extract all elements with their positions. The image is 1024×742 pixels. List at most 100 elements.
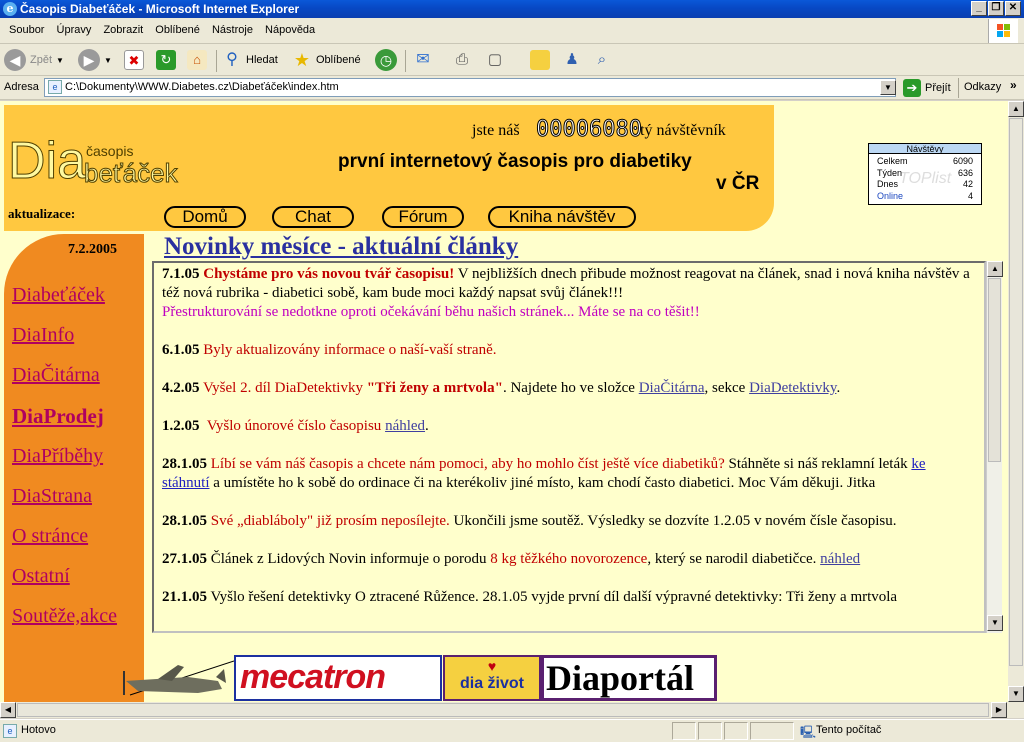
link-diacitarna[interactable]: DiaČitárna xyxy=(639,380,705,396)
minimize-button[interactable]: _ xyxy=(971,1,987,16)
counter-title: Návštěvy xyxy=(869,144,981,154)
go-button[interactable]: ➔ Přejít xyxy=(903,76,951,100)
scroll-thumb[interactable] xyxy=(988,278,1001,462)
menu-favorites[interactable]: Oblíbené xyxy=(155,24,200,36)
link-nahled-2[interactable]: náhled xyxy=(820,551,860,567)
address-input[interactable]: e C:\Dokumenty\WWW.Diabetes.cz\Diabeťáče… xyxy=(44,78,896,97)
menu-tools[interactable]: Nástroje xyxy=(212,24,253,36)
menu-edit[interactable]: Úpravy xyxy=(57,24,92,36)
browser-horizontal-scrollbar[interactable]: ◀ ▶ xyxy=(0,702,1008,718)
address-value: C:\Dokumenty\WWW.Diabetes.cz\Diabeťáček\… xyxy=(65,81,339,93)
sidebar-item-souteze[interactable]: Soutěže,akce xyxy=(12,605,117,628)
mecatron-logo: mecatron xyxy=(240,658,386,696)
print-icon[interactable]: ⎙ xyxy=(452,50,472,70)
history-icon[interactable]: ◷ xyxy=(375,49,397,71)
scroll-thumb[interactable] xyxy=(1009,118,1023,666)
logo-casopis: časopis xyxy=(86,143,134,159)
nav-row: aktualizace: Domů Chat Fórum Kniha návšt… xyxy=(4,203,774,231)
sidebar-item-ostatni[interactable]: Ostatní xyxy=(12,565,70,588)
forward-button[interactable]: ▶ ▼ xyxy=(78,48,112,72)
scroll-down-icon[interactable]: ▼ xyxy=(987,615,1003,631)
news-scrollbar[interactable]: ▲ ▼ xyxy=(986,261,1003,633)
menu-file[interactable]: Soubor xyxy=(9,24,44,36)
news-item: 28.1.05 Líbí se vám náš časopis a chcete… xyxy=(162,456,926,491)
news-item: 6.1.05 Byly aktualizovány informace o na… xyxy=(162,342,497,358)
status-bar: e Hotovo 🖳 Tento počítač xyxy=(0,719,1024,742)
diaportal-banner[interactable]: Diaportál xyxy=(541,655,717,701)
nav-forum-button[interactable]: Fórum xyxy=(382,206,464,228)
maximize-button[interactable]: ❐ xyxy=(988,1,1004,16)
sidebar-item-diainfo[interactable]: DiaInfo xyxy=(12,324,74,347)
go-arrow-icon: ➔ xyxy=(903,79,921,97)
sidebar-item-diastrana[interactable]: DiaStrana xyxy=(12,485,92,508)
back-button[interactable]: ◀ Zpět ▼ xyxy=(4,48,64,72)
link-diadetektivky[interactable]: DiaDetektivky xyxy=(749,380,836,396)
discuss-icon[interactable] xyxy=(530,50,550,70)
visitor-post: tý návštěvník xyxy=(640,122,726,139)
nav-home-button[interactable]: Domů xyxy=(164,206,246,228)
sidebar-item-diapribehy[interactable]: DiaPříběhy xyxy=(12,445,103,468)
nav-guestbook-button[interactable]: Kniha návštěv xyxy=(488,206,636,228)
scroll-thumb[interactable] xyxy=(17,703,989,717)
nav-chat-button[interactable]: Chat xyxy=(272,206,354,228)
news-item: 28.1.05 Své „diablábolу" již prosím nepo… xyxy=(162,513,897,529)
counter-row-today: Dnes 42 xyxy=(877,179,973,189)
research-icon[interactable]: ⌕ xyxy=(592,50,612,70)
page-icon: e xyxy=(48,80,62,94)
tagline-cr: v ČR xyxy=(716,173,760,194)
forward-arrow-icon: ▶ xyxy=(78,49,100,71)
address-label: Adresa xyxy=(4,81,39,93)
site-header: Dia časopis beťáček jste náš 00006080 tý… xyxy=(4,105,774,203)
search-label: Hledat xyxy=(246,54,278,66)
close-button[interactable]: ✕ xyxy=(1005,1,1021,16)
counter-row-week: Týden 636 xyxy=(877,167,973,178)
browser-vertical-scrollbar[interactable]: ▲ ▼ xyxy=(1008,101,1024,702)
favorites-button[interactable]: ★ Oblíbené xyxy=(292,48,361,72)
mail-icon[interactable]: ✉ xyxy=(413,50,433,70)
mecatron-banner[interactable]: mecatron xyxy=(234,655,442,701)
menu-bar: Soubor Úpravy Zobrazit Oblíbené Nástroje… xyxy=(0,18,1024,44)
diazivot-banner[interactable]: ♥ dia život xyxy=(443,655,541,701)
refresh-icon[interactable]: ↻ xyxy=(156,50,176,70)
diazivot-logo: dia život xyxy=(459,675,524,692)
address-dropdown-icon[interactable]: ▼ xyxy=(880,80,896,95)
stop-icon[interactable]: ✖ xyxy=(124,50,144,70)
news-panel[interactable]: 7.1.05 Chystáme pro vás novou tvář časop… xyxy=(152,261,986,633)
search-button[interactable]: ⚲ Hledat xyxy=(222,48,278,72)
chevron-right-icon[interactable]: » xyxy=(1010,78,1017,92)
update-label: aktualizace: xyxy=(8,206,76,221)
news-item: 21.1.05 Vyšlo řešení detektivky O ztrace… xyxy=(162,589,898,605)
toolbar: ◀ Zpět ▼ ▶ ▼ ✖ ↻ ⌂ ⚲ Hledat ★ Oblíbené ◷… xyxy=(0,44,1024,76)
windows-logo-icon xyxy=(988,19,1018,43)
news-item: 27.1.05 Článek z Lidových Novin informuj… xyxy=(162,551,861,567)
heart-icon: ♥ xyxy=(487,658,497,674)
scroll-down-icon[interactable]: ▼ xyxy=(1008,686,1024,702)
scroll-up-icon[interactable]: ▲ xyxy=(987,261,1003,277)
menu-help[interactable]: Nápověda xyxy=(265,24,315,36)
page-status-icon: e xyxy=(3,724,17,738)
zone-label: Tento počítač xyxy=(816,724,882,736)
search-icon: ⚲ xyxy=(226,51,238,68)
go-label: Přejít xyxy=(925,82,951,94)
links-label[interactable]: Odkazy xyxy=(964,81,1001,93)
logo-dia: Dia xyxy=(7,132,87,190)
news-item: 1.2.05 Vyšlo únorové číslo časopisu náhl… xyxy=(162,418,429,434)
sidebar-item-diaprodej[interactable]: DiaProdej xyxy=(12,404,104,429)
page-heading: Novinky měsíce - aktuální články xyxy=(164,233,519,260)
messenger-icon[interactable]: ♟ xyxy=(562,50,582,70)
visit-counter-widget[interactable]: Návštěvy TOPlist Celkem 6090 Týden 636 Dne… xyxy=(868,143,982,205)
scroll-right-icon[interactable]: ▶ xyxy=(991,702,1007,718)
home-icon[interactable]: ⌂ xyxy=(187,50,207,70)
menu-view[interactable]: Zobrazit xyxy=(103,24,143,36)
dropdown-arrow-icon: ▼ xyxy=(104,55,112,65)
scroll-up-icon[interactable]: ▲ xyxy=(1008,101,1024,117)
sidebar-item-diacitarna[interactable]: DiaČitárna xyxy=(12,364,100,387)
edit-icon[interactable]: ▢ xyxy=(485,50,505,70)
scroll-left-icon[interactable]: ◀ xyxy=(0,702,16,718)
star-icon: ★ xyxy=(293,50,311,70)
sidebar-item-o-strance[interactable]: O stránce xyxy=(12,525,88,548)
visitor-pre: jste náš xyxy=(472,122,520,139)
sidebar-item-diabetacek[interactable]: Diabeťáček xyxy=(12,284,105,307)
airplane-image xyxy=(118,655,235,701)
link-nahled[interactable]: náhled xyxy=(385,418,425,434)
